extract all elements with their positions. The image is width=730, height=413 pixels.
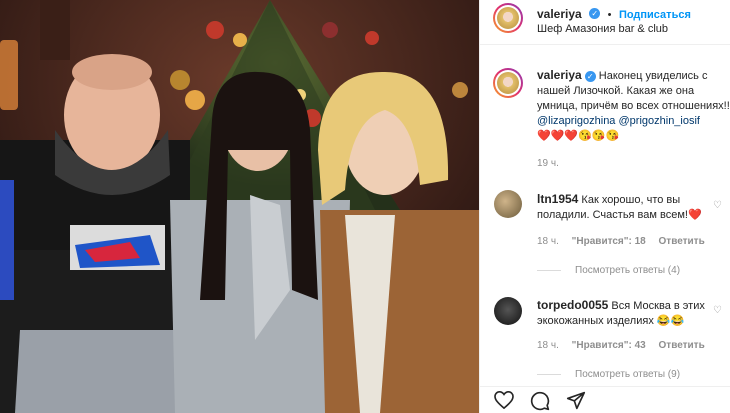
paper-plane-icon[interactable]	[566, 391, 586, 410]
post-image	[0, 0, 479, 413]
comment-time[interactable]: 18 ч.	[537, 340, 559, 351]
post-header: valeriya ✓ • Подписаться Шеф Амазония ba…	[480, 0, 730, 45]
comment-icon[interactable]	[530, 391, 550, 411]
caption-avatar[interactable]	[493, 68, 523, 98]
reply-button[interactable]: Ответить	[659, 340, 705, 351]
verified-badge-icon: ✓	[589, 8, 601, 20]
comment-text-block: ltn1954 Как хорошо, что вы поладили. Сча…	[537, 192, 730, 223]
comment-username[interactable]: ltn1954	[537, 192, 578, 206]
author-avatar[interactable]	[493, 3, 523, 33]
comment-text-block: torpedo0055 Вся Москва в этих экокожанны…	[537, 298, 730, 329]
comment-time[interactable]: 18 ч.	[537, 236, 559, 247]
view-replies-label[interactable]: Посмотреть ответы (4)	[575, 265, 680, 276]
comment-username[interactable]: torpedo0055	[537, 298, 608, 312]
post-location[interactable]: Шеф Амазония bar & club	[537, 23, 668, 35]
verified-badge-icon: ✓	[584, 70, 596, 82]
comment-likes[interactable]: "Нравится": 18	[572, 236, 646, 247]
view-replies-label[interactable]: Посмотреть ответы (9)	[575, 369, 680, 380]
comment-avatar[interactable]	[494, 297, 522, 325]
replies-divider	[537, 269, 561, 271]
separator-dot: •	[607, 9, 612, 21]
caption-emoji: ❤️❤️❤️😘😘😘	[537, 130, 620, 142]
comment-like-heart-icon[interactable]: ♡	[713, 200, 724, 211]
comment-meta: 18 ч. "Нравится": 43 Ответить	[537, 340, 715, 351]
view-replies[interactable]: Посмотреть ответы (4)	[537, 265, 680, 276]
comment-emoji: ❤️	[687, 209, 702, 221]
post-caption: valeriya ✓ Наконец увиделись с нашей Лизо…	[537, 68, 730, 144]
heart-icon[interactable]	[494, 391, 514, 409]
author-username[interactable]: valeriya	[537, 7, 582, 21]
mention-link[interactable]: @prigozhin_iosif	[619, 115, 701, 127]
comment-emoji: 😂😂	[656, 315, 685, 327]
subscribe-button[interactable]: Подписаться	[619, 9, 691, 21]
post-actions-bar	[480, 386, 730, 413]
comment-avatar[interactable]	[494, 190, 522, 218]
replies-divider	[537, 373, 561, 375]
reply-button[interactable]: Ответить	[659, 236, 705, 247]
mention-link[interactable]: @lizaprigozhina	[537, 115, 615, 127]
comment-likes[interactable]: "Нравится": 43	[572, 340, 646, 351]
caption-time[interactable]: 19 ч.	[537, 158, 559, 169]
comment-like-heart-icon[interactable]: ♡	[713, 305, 724, 316]
post-photo[interactable]	[0, 0, 479, 413]
caption-username[interactable]: valeriya	[537, 68, 582, 82]
post-sidebar: valeriya ✓ • Подписаться Шеф Амазония ba…	[479, 0, 730, 413]
comment-meta: 18 ч. "Нравится": 18 Ответить	[537, 236, 715, 247]
view-replies[interactable]: Посмотреть ответы (9)	[537, 369, 680, 380]
